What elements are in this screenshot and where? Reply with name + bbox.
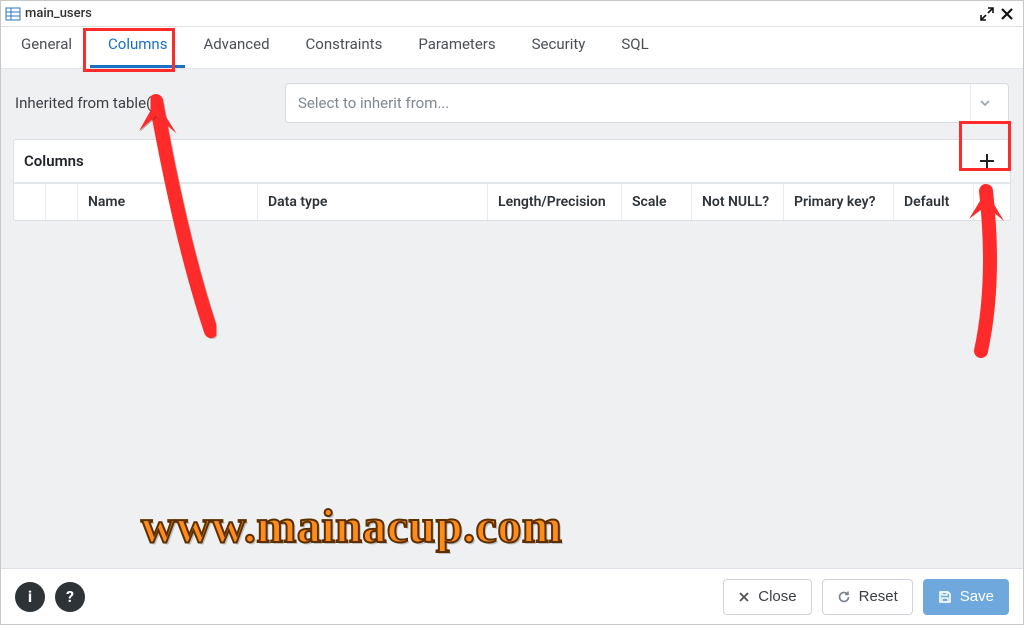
col-name: Name bbox=[78, 184, 258, 220]
col-data-type: Data type bbox=[258, 184, 488, 220]
close-button[interactable]: Close bbox=[723, 579, 811, 615]
col-drag-handle bbox=[14, 184, 46, 220]
tab-general[interactable]: General bbox=[3, 25, 90, 68]
inherit-placeholder: Select to inherit from... bbox=[298, 94, 449, 112]
columns-section-title: Columns bbox=[24, 152, 84, 170]
tab-security[interactable]: Security bbox=[514, 25, 604, 68]
info-button[interactable]: i bbox=[15, 582, 45, 612]
chevron-down-icon bbox=[970, 84, 998, 122]
tab-advanced[interactable]: Advanced bbox=[185, 25, 287, 68]
columns-grid-header: Name Data type Length/Precision Scale No… bbox=[14, 183, 1010, 220]
tab-sql[interactable]: SQL bbox=[603, 25, 666, 68]
col-edit bbox=[46, 184, 78, 220]
close-x-icon bbox=[738, 591, 750, 603]
close-button-label: Close bbox=[758, 588, 796, 605]
save-button[interactable]: Save bbox=[923, 579, 1009, 615]
reset-icon bbox=[837, 590, 851, 604]
tab-columns[interactable]: Columns bbox=[90, 25, 185, 68]
tab-parameters[interactable]: Parameters bbox=[400, 25, 513, 68]
col-scale: Scale bbox=[622, 184, 692, 220]
reset-button[interactable]: Reset bbox=[822, 579, 913, 615]
col-actions bbox=[974, 184, 1010, 220]
help-button[interactable]: ? bbox=[55, 582, 85, 612]
window-title: main_users bbox=[25, 6, 92, 21]
close-icon[interactable] bbox=[997, 4, 1017, 24]
reset-button-label: Reset bbox=[859, 588, 898, 605]
inherit-select[interactable]: Select to inherit from... bbox=[285, 83, 1009, 123]
watermark-text: www.mainacup.com bbox=[141, 499, 562, 554]
add-column-button[interactable] bbox=[974, 148, 1000, 174]
col-not-null: Not NULL? bbox=[692, 184, 784, 220]
expand-icon[interactable] bbox=[977, 4, 997, 24]
save-button-label: Save bbox=[960, 588, 994, 605]
save-icon bbox=[938, 590, 952, 604]
col-primary-key: Primary key? bbox=[784, 184, 894, 220]
tab-constraints[interactable]: Constraints bbox=[288, 25, 401, 68]
inherit-label: Inherited from table(s) bbox=[15, 94, 265, 112]
col-default: Default bbox=[894, 184, 974, 220]
table-icon bbox=[5, 6, 21, 22]
col-length: Length/Precision bbox=[488, 184, 622, 220]
